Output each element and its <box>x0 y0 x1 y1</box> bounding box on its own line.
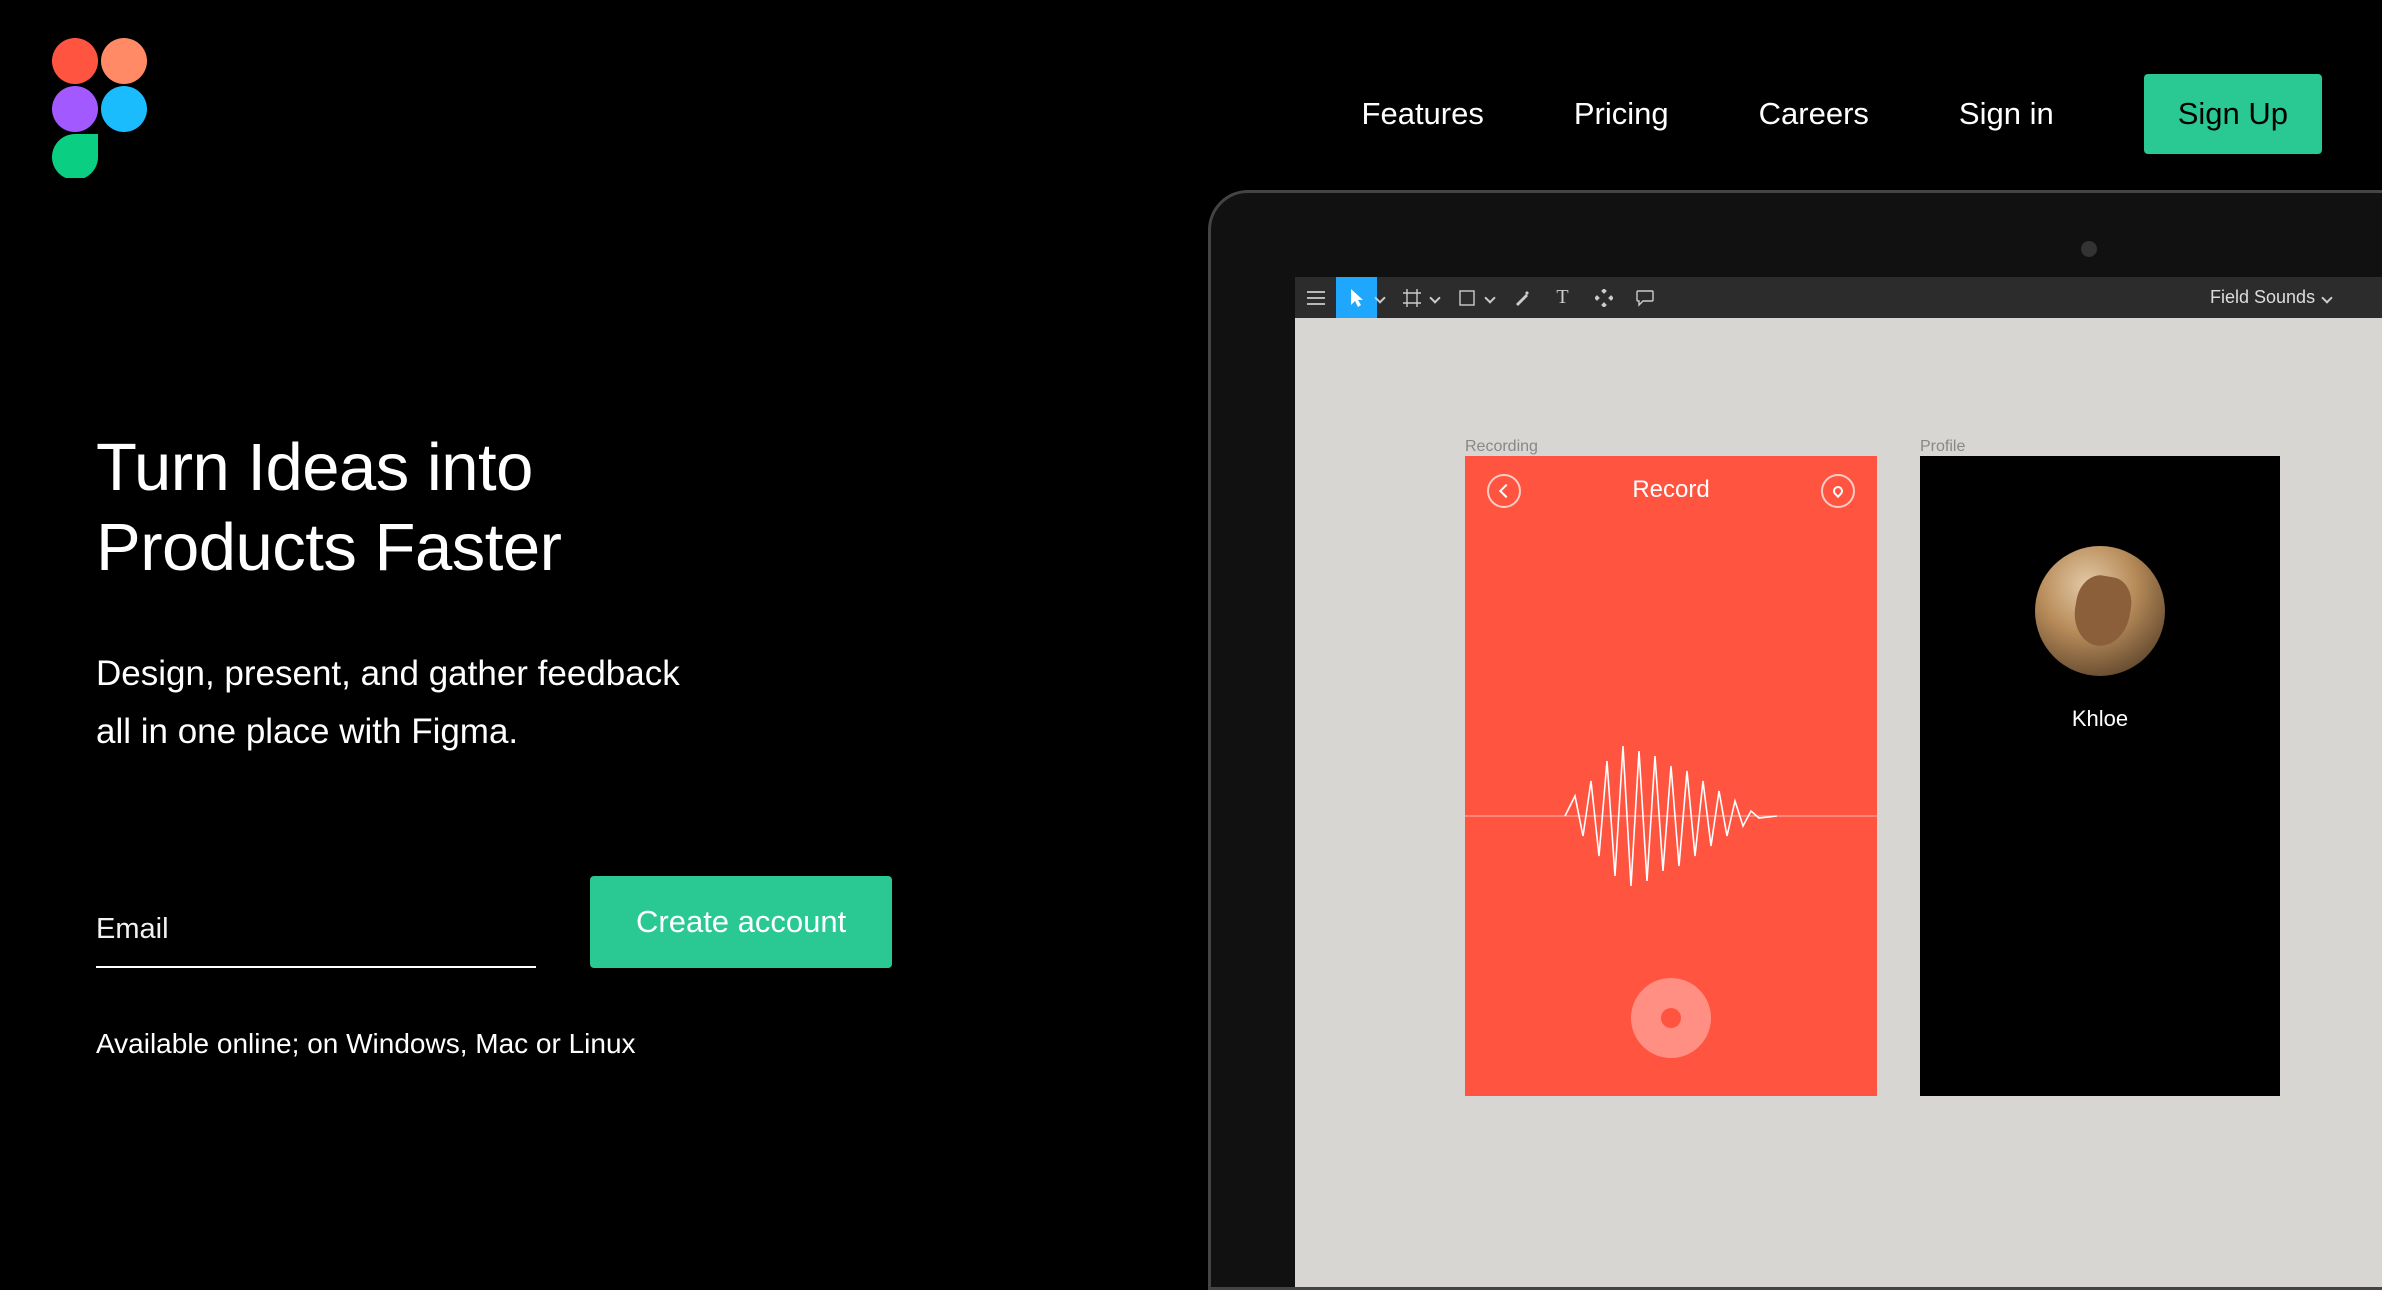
design-canvas[interactable]: Recording Record Profile <box>1295 318 2382 1287</box>
app-toolbar: T Field Sounds <box>1295 277 2382 318</box>
shape-tool-chevron-icon[interactable] <box>1479 277 1501 318</box>
move-tool-chevron-icon[interactable] <box>1369 277 1391 318</box>
recording-title: Record <box>1632 476 1709 504</box>
hero-title: Turn Ideas into Products Faster <box>96 428 996 589</box>
component-tool-icon[interactable] <box>1583 277 1624 318</box>
record-dot-icon <box>1661 1008 1681 1028</box>
nav-careers[interactable]: Careers <box>1759 96 1869 132</box>
avatar <box>2035 546 2165 676</box>
figma-logo[interactable] <box>52 38 147 178</box>
frame-label-profile[interactable]: Profile <box>1920 438 1965 456</box>
artboard-recording[interactable]: Record <box>1465 456 1877 1096</box>
hero-section: Turn Ideas into Products Faster Design, … <box>96 428 996 1060</box>
location-pin-icon[interactable] <box>1821 474 1855 508</box>
menu-icon[interactable] <box>1295 277 1336 318</box>
camera-icon <box>2081 241 2097 257</box>
hero-title-line2: Products Faster <box>96 510 561 585</box>
frame-tool-chevron-icon[interactable] <box>1424 277 1446 318</box>
text-tool-icon[interactable]: T <box>1542 277 1583 318</box>
frame-label-recording[interactable]: Recording <box>1465 438 1538 456</box>
back-icon[interactable] <box>1487 474 1521 508</box>
nav-signin[interactable]: Sign in <box>1959 96 2054 132</box>
top-nav: Features Pricing Careers Sign in Sign Up <box>1362 74 2322 154</box>
hero-subtitle-line1: Design, present, and gather feedback <box>96 654 680 693</box>
document-title[interactable]: Field Sounds <box>2210 287 2331 308</box>
nav-features[interactable]: Features <box>1362 96 1484 132</box>
email-input[interactable] <box>96 897 536 968</box>
hero-title-line1: Turn Ideas into <box>96 430 533 505</box>
create-account-button[interactable]: Create account <box>590 876 892 968</box>
waveform-graphic <box>1465 736 1877 896</box>
app-window: T Field Sounds Recording Record <box>1295 277 2382 1287</box>
comment-tool-icon[interactable] <box>1624 277 1665 318</box>
hero-subtitle-line2: all in one place with Figma. <box>96 712 518 751</box>
hero-subtitle: Design, present, and gather feedback all… <box>96 645 996 761</box>
document-title-text: Field Sounds <box>2210 287 2315 308</box>
artboard-profile[interactable]: Khloe <box>1920 456 2280 1096</box>
signup-button[interactable]: Sign Up <box>2144 74 2322 154</box>
record-button[interactable] <box>1631 978 1711 1058</box>
profile-name: Khloe <box>2072 706 2128 732</box>
chevron-down-icon <box>2321 292 2332 303</box>
availability-text: Available online; on Windows, Mac or Lin… <box>96 1028 996 1060</box>
signup-row: Create account <box>96 876 996 968</box>
laptop-mockup: T Field Sounds Recording Record <box>1208 190 2382 1290</box>
pen-tool-icon[interactable] <box>1501 277 1542 318</box>
nav-pricing[interactable]: Pricing <box>1574 96 1669 132</box>
